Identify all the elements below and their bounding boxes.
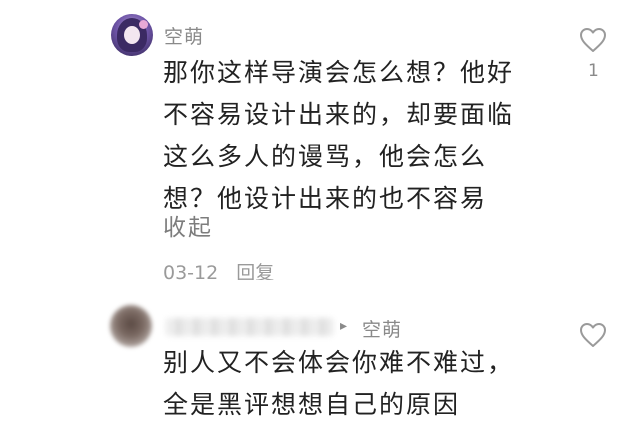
blurred-username[interactable] [166,318,334,336]
comment-line: 别人又不会体会你难不难过， [163,348,515,377]
avatar-flower [139,20,148,29]
comment-meta: 03-12 回复 [163,258,313,280]
comment-line: 那你这样导演会怎么想？他好 [163,58,515,87]
comment-body: 那你这样导演会怎么想？他好 不容易设计出来的，却要面临 这么多人的谩骂，他会怎么… [163,52,514,220]
reply-button[interactable]: 回复 [236,262,274,280]
reply-target-username[interactable]: 空萌 [362,315,402,342]
avatar[interactable] [111,14,153,56]
heart-outline-icon[interactable] [579,322,607,348]
comment-line: 想？他设计出来的也不容易 [163,184,488,213]
reply-arrow-icon: ▸ [340,318,348,334]
comment-body: 别人又不会体会你难不难过， 全是黑评想想自己的原因 [163,342,514,426]
collapse-button[interactable]: 收起 [163,208,213,242]
heart-outline-icon[interactable] [579,27,607,53]
comment-line: 不容易设计出来的，却要面临 [163,100,515,129]
avatar[interactable] [110,305,152,347]
comment-date: 03-12 [163,262,219,280]
comment-username[interactable]: 空萌 [164,22,204,49]
like-count: 1 [588,61,599,81]
comment-line: 这么多人的谩骂，他会怎么 [163,142,488,171]
avatar-face [124,26,140,44]
